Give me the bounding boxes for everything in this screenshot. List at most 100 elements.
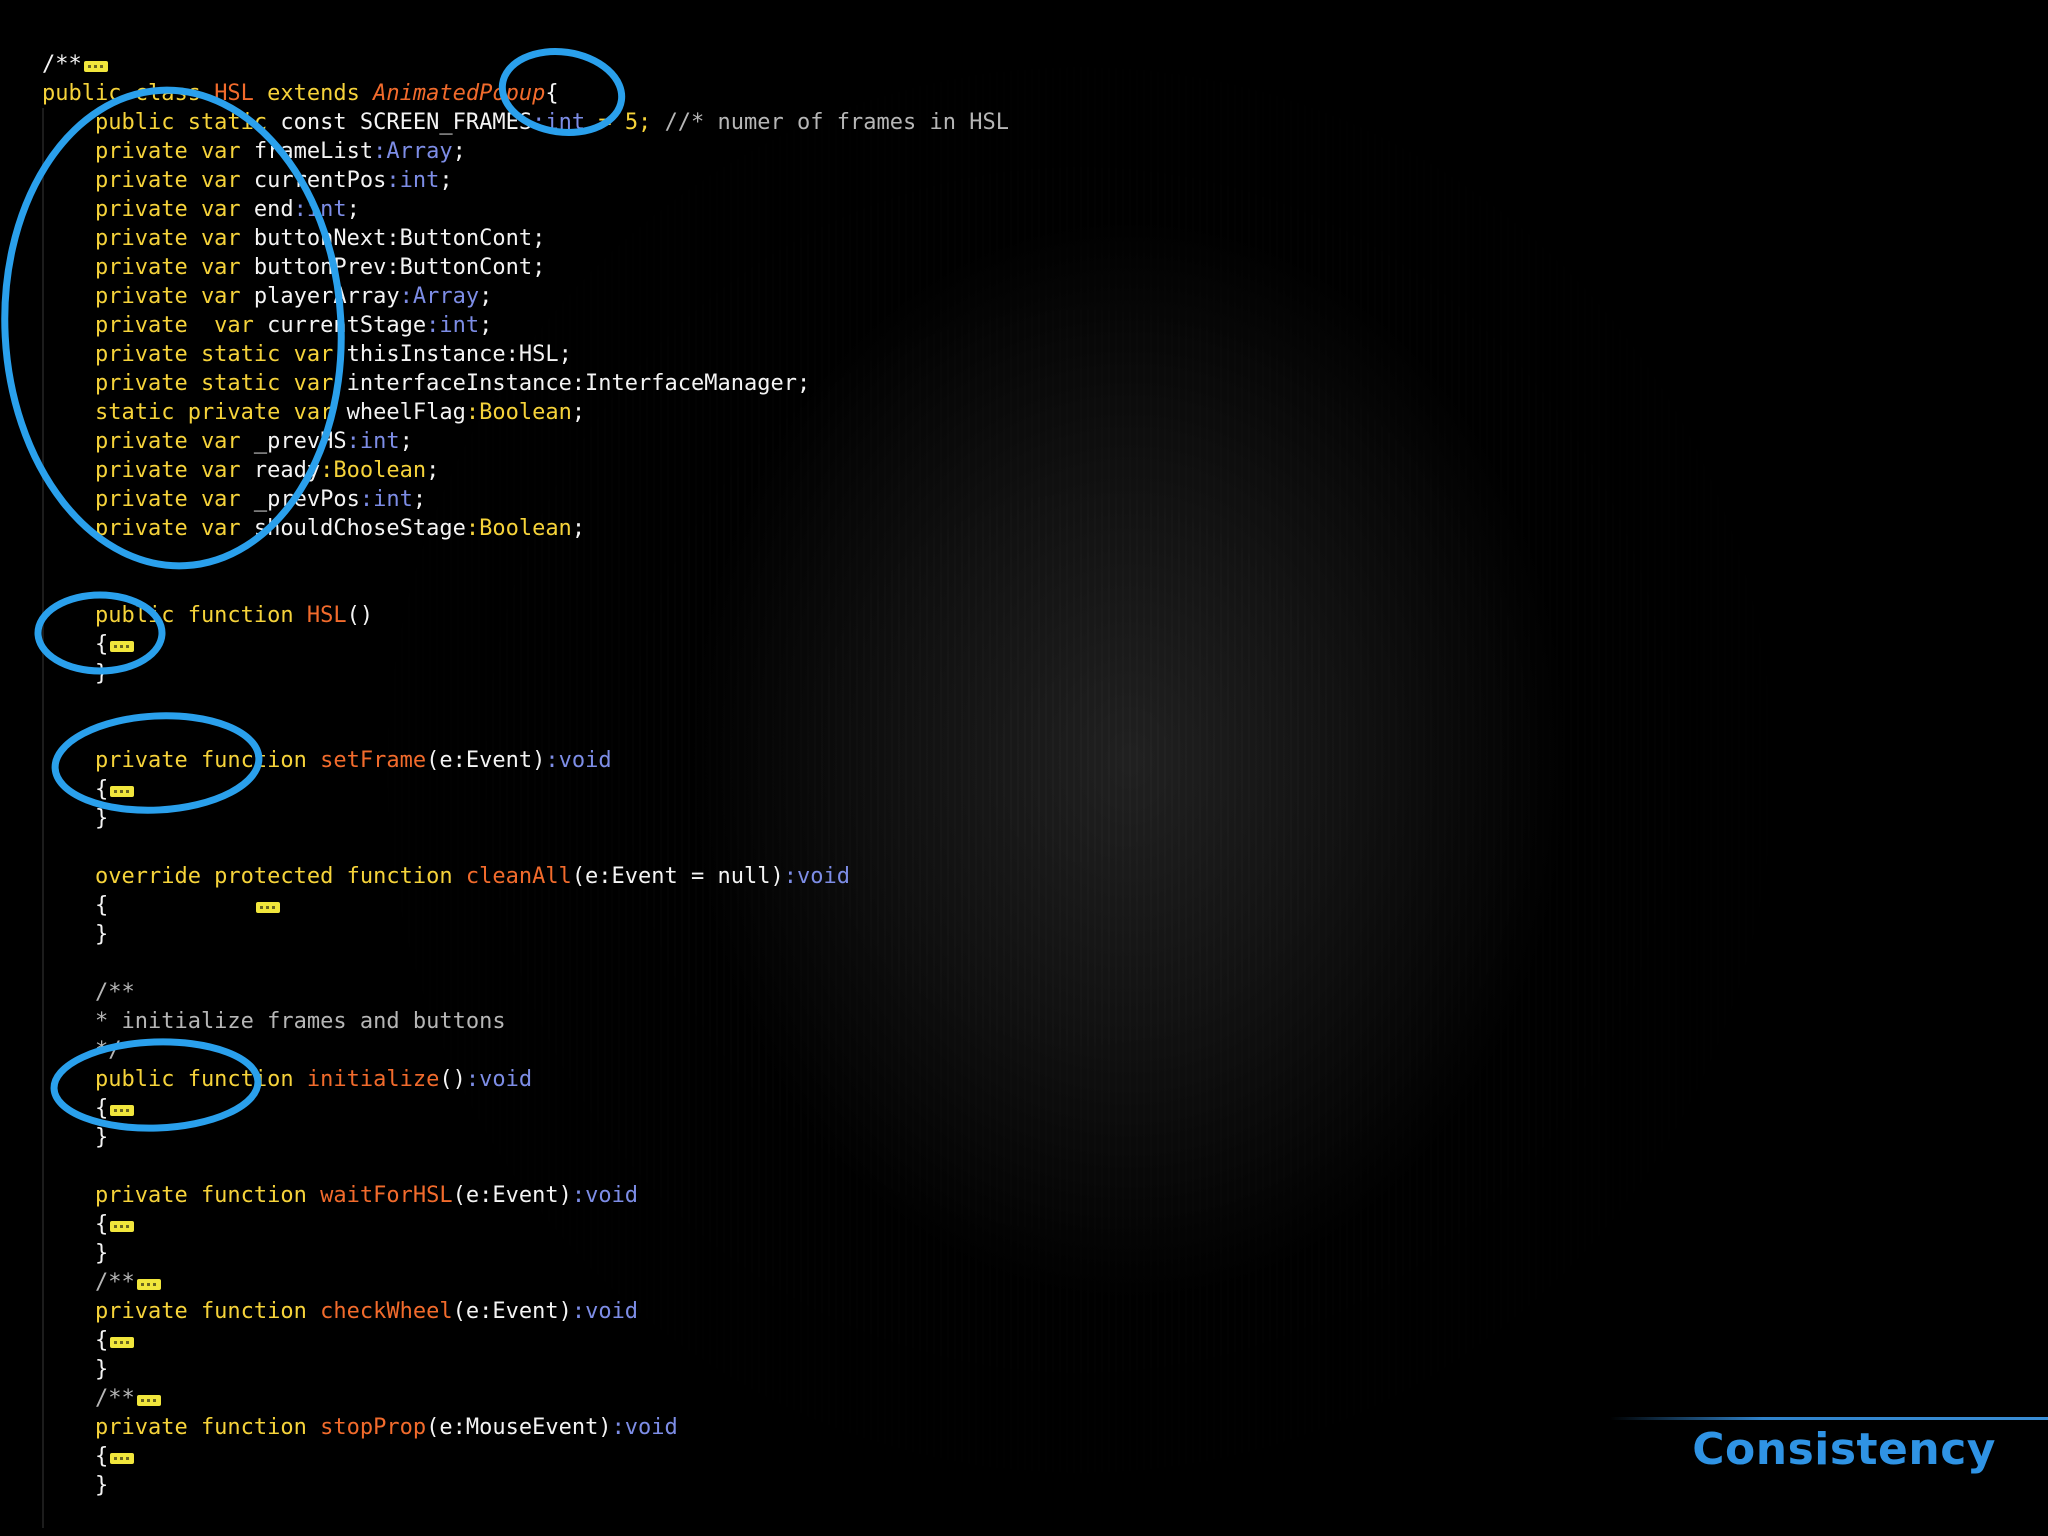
code-token: (e:Event) xyxy=(452,1299,572,1324)
collapsed-code-icon[interactable] xyxy=(255,902,280,913)
code-line: { xyxy=(42,891,1009,920)
code-token: buttonPrev:ButtonCont; xyxy=(253,255,546,280)
code-token: private static var xyxy=(42,342,347,367)
collapsed-code-icon[interactable] xyxy=(136,1395,161,1406)
code-token: _prevPos xyxy=(253,487,360,512)
code-token: private var xyxy=(42,168,254,193)
code-token: :Boolean xyxy=(465,400,572,425)
collapsed-code-icon[interactable] xyxy=(110,641,135,652)
code-line: private var end:int; xyxy=(42,195,1009,224)
code-line: private var buttonPrev:ButtonCont; xyxy=(42,253,1009,282)
code-token: frameList xyxy=(253,139,374,164)
slide-canvas: /** public class HSL extends AnimatedPopu… xyxy=(0,0,2048,1536)
code-token: :int xyxy=(359,487,413,512)
code-token: :Boolean xyxy=(320,458,427,483)
code-token: waitForHSL xyxy=(320,1183,453,1208)
code-line: private var _prevPos:int; xyxy=(42,485,1009,514)
code-line: { xyxy=(42,1442,1009,1471)
code-token: :Array xyxy=(373,139,453,164)
code-token: () xyxy=(346,603,374,628)
code-line: * initialize frames and buttons xyxy=(42,1007,1009,1036)
collapsed-code-icon[interactable] xyxy=(110,1221,135,1232)
code-token: :void xyxy=(571,1299,639,1324)
code-token: private var xyxy=(42,516,254,541)
code-token: interfaceInstance:InterfaceManager; xyxy=(346,371,811,396)
code-token: cleanAll xyxy=(465,864,572,889)
code-token: (e:MouseEvent) xyxy=(426,1415,612,1440)
collapsed-code-icon[interactable] xyxy=(110,1337,135,1348)
code-token: */ xyxy=(42,1038,122,1063)
code-token: private function xyxy=(42,1183,321,1208)
code-token: } xyxy=(42,1357,109,1382)
code-line: private function waitForHSL(e:Event):voi… xyxy=(42,1181,1009,1210)
code-line: /** xyxy=(42,1384,1009,1413)
code-token: } xyxy=(42,922,109,947)
code-token: private function xyxy=(42,1415,321,1440)
code-token: ; xyxy=(346,197,360,222)
code-line: } xyxy=(42,1471,1009,1500)
code-token: :int xyxy=(293,197,347,222)
code-token: :Boolean xyxy=(465,516,572,541)
code-line: } xyxy=(42,1355,1009,1384)
code-token: //* numer of frames in HSL xyxy=(664,110,1009,135)
code-editor: /** public class HSL extends AnimatedPopu… xyxy=(42,50,1009,1500)
code-token: { xyxy=(42,1444,109,1469)
code-line: private function setFrame(e:Event):void xyxy=(42,746,1009,775)
code-token: :int xyxy=(532,110,586,135)
code-token: private var xyxy=(42,284,254,309)
code-token: wheelFlag xyxy=(346,400,466,425)
code-line: private function checkWheel(e:Event):voi… xyxy=(42,1297,1009,1326)
code-line: } xyxy=(42,659,1009,688)
collapsed-code-icon[interactable] xyxy=(83,61,108,72)
slide-title: Consistency xyxy=(1692,1424,1996,1475)
title-underline xyxy=(1610,1417,2048,1420)
code-token: playerArray xyxy=(253,284,400,309)
collapsed-code-icon[interactable] xyxy=(110,786,135,797)
code-token: public function xyxy=(42,1067,307,1092)
code-token: private var xyxy=(42,139,254,164)
collapsed-code-icon[interactable] xyxy=(110,1453,135,1464)
code-token: } xyxy=(42,661,109,686)
code-token: thisInstance:HSL; xyxy=(346,342,572,367)
code-line: } xyxy=(42,1239,1009,1268)
code-token: ; xyxy=(412,487,427,512)
code-line: private var currentPos:int; xyxy=(42,166,1009,195)
code-token: { xyxy=(42,632,109,657)
code-token: } xyxy=(42,1241,109,1266)
code-line: private var playerArray:Array; xyxy=(42,282,1009,311)
collapsed-code-icon[interactable] xyxy=(136,1279,161,1290)
code-token: ; xyxy=(571,400,586,425)
code-line: private function stopProp(e:MouseEvent):… xyxy=(42,1413,1009,1442)
code-line: public class HSL extends AnimatedPopup{ xyxy=(42,79,1009,108)
code-token: :void xyxy=(465,1067,533,1092)
code-line: { xyxy=(42,1326,1009,1355)
code-line: public static const SCREEN_FRAMES:int = … xyxy=(42,108,1009,137)
code-line: /** xyxy=(42,50,1009,79)
code-line: } xyxy=(42,920,1009,949)
code-line: static private var wheelFlag:Boolean; xyxy=(42,398,1009,427)
code-token: { xyxy=(42,777,109,802)
code-token: currentPos xyxy=(253,168,387,193)
code-token: ; xyxy=(479,284,493,309)
code-token: { xyxy=(42,1212,109,1237)
code-token: HSL xyxy=(306,603,347,628)
code-token: { xyxy=(42,1096,109,1121)
collapsed-code-icon[interactable] xyxy=(110,1105,135,1116)
code-line: private var ready:Boolean; xyxy=(42,456,1009,485)
code-token: /** xyxy=(42,1270,135,1295)
code-line: private var currentStage:int; xyxy=(42,311,1009,340)
code-token: :void xyxy=(783,864,850,889)
code-token: initialize xyxy=(306,1067,440,1092)
code-token: private var xyxy=(42,197,254,222)
code-token: public class xyxy=(42,81,215,106)
code-token: :Array xyxy=(399,284,480,309)
code-token: () xyxy=(439,1067,466,1092)
code-line: private var buttonNext:ButtonCont; xyxy=(42,224,1009,253)
code-token: * initialize frames and buttons xyxy=(42,1009,506,1034)
